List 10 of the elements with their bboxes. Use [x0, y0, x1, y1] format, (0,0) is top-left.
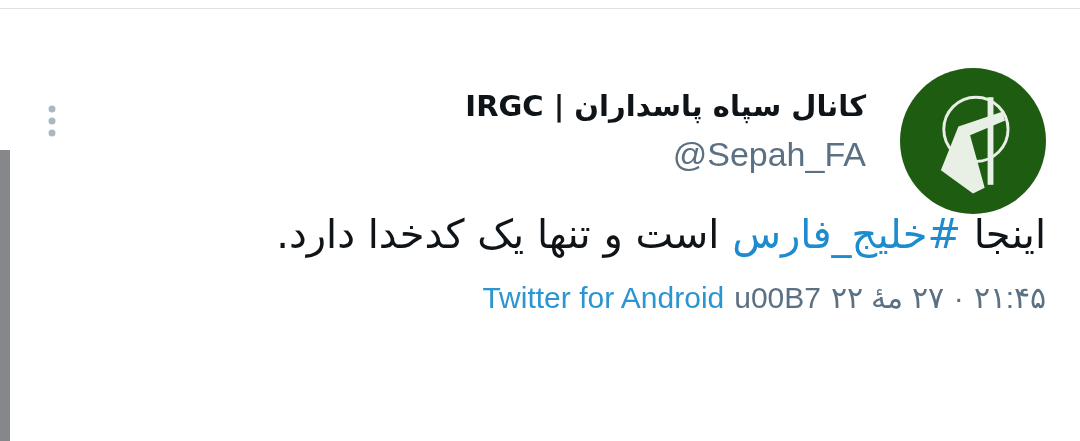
author-name[interactable]: کانال سپاه پاسداران | IRGC [465, 88, 866, 123]
hashtag-link[interactable]: #خلیج_فارس [732, 211, 961, 257]
tweet-text: اینجا #خلیج_فارس است و تنها یک کدخدا دارد. [275, 210, 1046, 260]
timestamp-text: ۲۱:۴۵ [973, 280, 1046, 315]
timestamp-text: · [953, 281, 964, 315]
timestamp-text: u00B7 [734, 281, 821, 315]
timestamp-text: ۲۷ مۀ ۲۲ [831, 280, 944, 315]
author-handle[interactable]: @Sepah_FA [672, 134, 866, 174]
source-link[interactable]: Twitter for Android [482, 281, 725, 315]
more-options-icon[interactable] [48, 105, 56, 137]
